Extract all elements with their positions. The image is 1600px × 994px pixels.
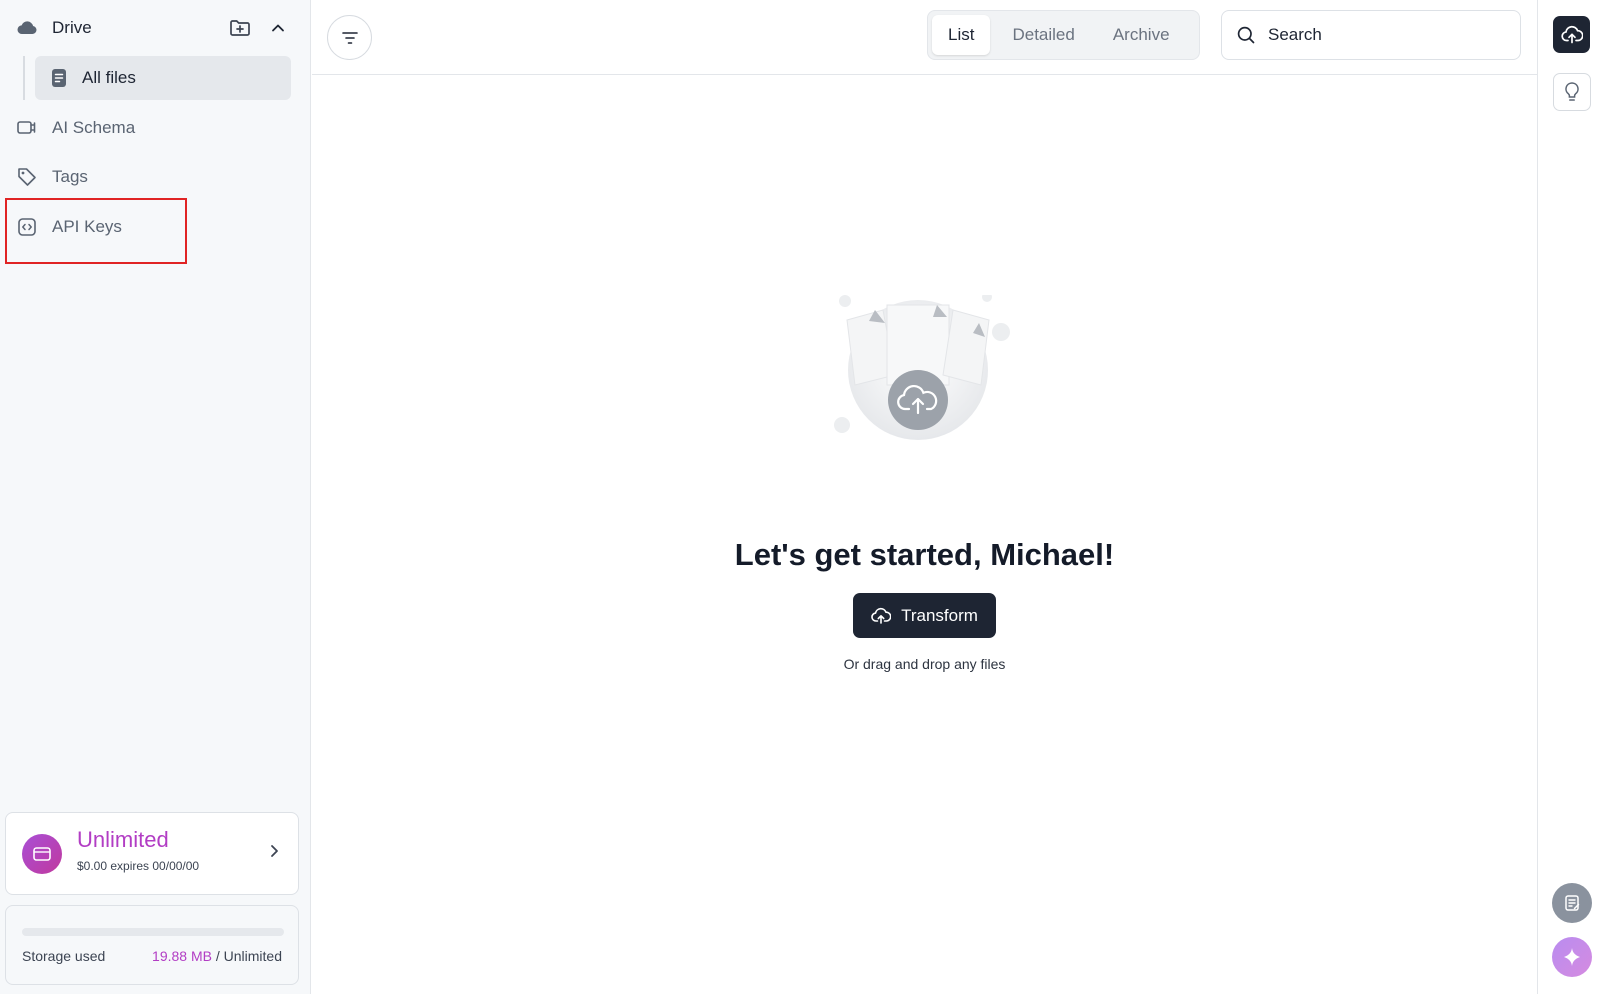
folder-plus-icon[interactable] [228, 16, 252, 40]
storage-limit: / Unlimited [211, 948, 282, 964]
tips-button[interactable] [1553, 73, 1591, 111]
storage-card: Storage used 19.88 MB / Unlimited [5, 905, 299, 985]
plan-card[interactable]: Unlimited $0.00 expires 00/00/00 [5, 812, 299, 895]
notes-button[interactable] [1552, 883, 1592, 923]
ai-assistant-button[interactable] [1552, 937, 1592, 977]
search-box [1221, 10, 1521, 60]
storage-label: Storage used [22, 948, 106, 964]
sidebar-item-label: AI Schema [52, 118, 136, 137]
sidebar-item-all-files[interactable]: All files [35, 56, 291, 100]
transform-button[interactable]: Transform [853, 593, 996, 638]
sidebar-item-api-keys[interactable]: API Keys [16, 209, 296, 245]
plan-details: $0.00 expires 00/00/00 [77, 859, 200, 873]
chevron-up-icon[interactable] [266, 16, 290, 40]
storage-progress-bar [22, 928, 284, 936]
search-input[interactable] [1268, 25, 1498, 45]
notes-icon [1562, 893, 1582, 913]
upload-illustration [834, 295, 1010, 440]
sidebar-item-tags[interactable]: Tags [16, 159, 296, 195]
main-content: List Detailed Archive Search Let's get s… [312, 0, 1537, 994]
storage-value: 19.88 MB / Unlimited [152, 948, 282, 964]
tab-list[interactable]: List [932, 15, 991, 55]
view-tabs: List Detailed Archive [927, 10, 1200, 60]
cloud-upload-icon [871, 607, 892, 625]
sidebar-item-label: Tags [52, 167, 88, 186]
right-rail [1537, 0, 1600, 994]
upload-button[interactable] [1553, 16, 1590, 53]
sparkle-icon [1561, 946, 1583, 968]
document-icon [51, 68, 67, 88]
filter-button[interactable] [327, 15, 372, 60]
filter-icon [341, 30, 359, 46]
code-square-icon [16, 216, 38, 238]
sidebar-item-label: All files [82, 68, 136, 87]
schema-icon [16, 118, 38, 138]
empty-state-headline: Let's get started, Michael! [734, 537, 1115, 572]
storage-used: 19.88 MB [152, 948, 212, 964]
tab-detailed[interactable]: Detailed [996, 15, 1090, 55]
sidebar-item-label: API Keys [52, 217, 122, 236]
sidebar-item-ai-schema[interactable]: AI Schema [16, 110, 296, 146]
sidebar-item-label: Drive [52, 18, 92, 37]
empty-state: Let's get started, Michael! Transform Or… [312, 75, 1537, 994]
search-icon [1236, 25, 1256, 45]
tab-archive[interactable]: Archive [1097, 15, 1186, 55]
chevron-right-icon [266, 843, 282, 864]
lightbulb-icon [1563, 81, 1581, 103]
plan-name: Unlimited [77, 827, 169, 852]
drop-hint: Or drag and drop any files [843, 656, 1006, 672]
wallet-icon [22, 834, 62, 874]
transform-button-label: Transform [901, 605, 978, 625]
sidebar-item-drive[interactable]: Drive [16, 12, 296, 44]
cloud-upload-icon [1560, 25, 1583, 45]
tag-icon [16, 166, 38, 188]
tree-line [23, 56, 25, 100]
sidebar: Drive All files AI Schema Tags API Keys … [0, 0, 311, 994]
top-toolbar: List Detailed Archive [312, 0, 1537, 75]
cloud-icon [16, 19, 38, 37]
